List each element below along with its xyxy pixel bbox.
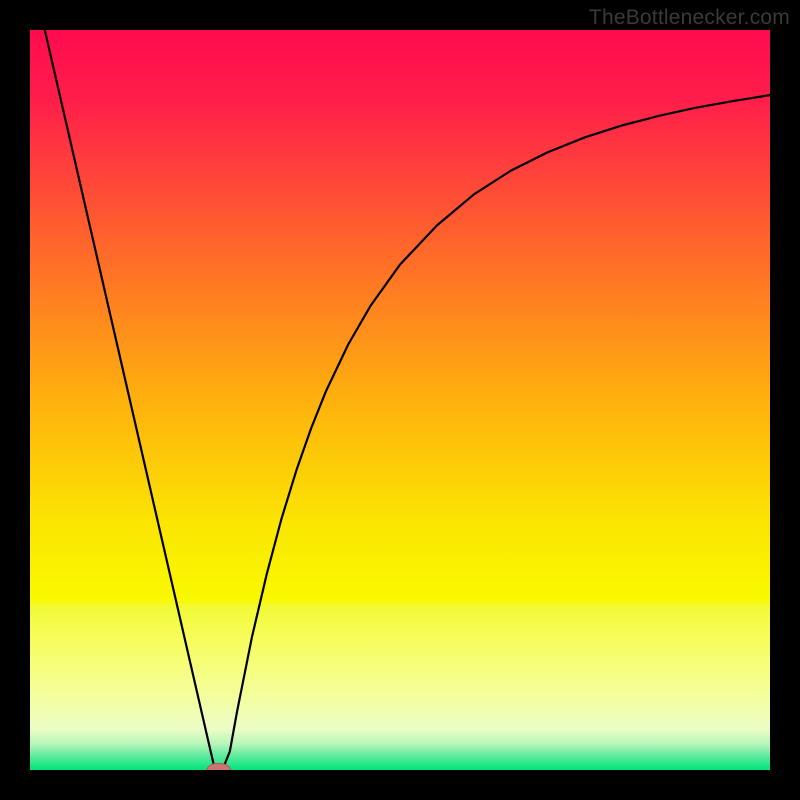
chart-outer-frame: TheBottlenecker.com bbox=[0, 0, 800, 800]
gradient-background bbox=[30, 30, 770, 770]
plot-area bbox=[30, 30, 770, 770]
bottleneck-chart bbox=[30, 30, 770, 770]
watermark-text: TheBottlenecker.com bbox=[589, 6, 790, 30]
